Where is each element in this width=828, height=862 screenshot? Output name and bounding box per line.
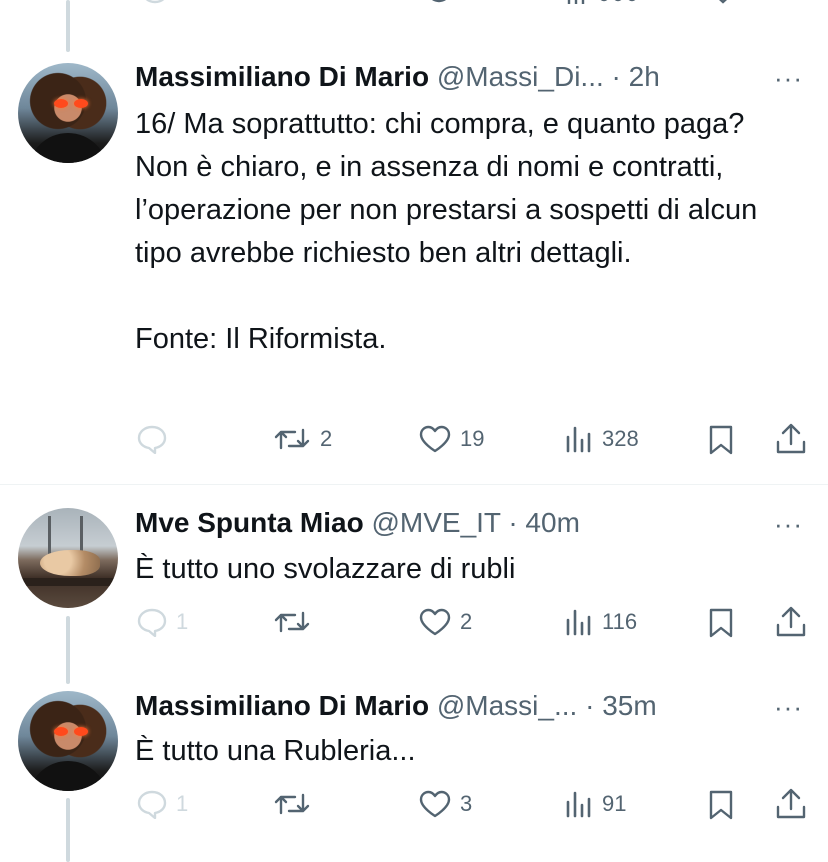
like-icon[interactable] — [424, 0, 454, 6]
bookmark-button[interactable] — [706, 789, 736, 821]
reply-icon[interactable] — [140, 0, 170, 6]
like-button[interactable]: 19 — [418, 424, 484, 454]
share-icon — [776, 606, 806, 637]
like-button[interactable]: 2 — [418, 607, 472, 637]
like-icon — [419, 790, 451, 818]
thread-connector — [66, 616, 70, 684]
bookmark-icon — [709, 790, 733, 820]
retweet-button[interactable] — [272, 607, 320, 637]
tweet-time[interactable]: · 35m — [585, 690, 657, 721]
tweet-divider — [0, 484, 828, 485]
previous-tweet-actions — [140, 0, 820, 8]
views-count: 116 — [602, 609, 638, 634]
retweet-icon — [274, 611, 310, 633]
reply-button[interactable]: 1 — [136, 607, 188, 637]
reply-count: 1 — [176, 791, 189, 816]
views-count: 91 — [602, 791, 627, 816]
views-icon[interactable] — [566, 0, 646, 6]
retweet-count: 2 — [320, 426, 333, 451]
author-name[interactable]: Massimiliano Di Mario — [135, 61, 429, 92]
like-count: 3 — [460, 791, 473, 816]
bookmark-button[interactable] — [706, 424, 736, 456]
bookmark-icon — [709, 608, 733, 638]
retweet-icon[interactable] — [280, 0, 316, 6]
views-icon — [566, 426, 591, 453]
avatar[interactable] — [18, 63, 118, 163]
author-handle[interactable]: @Massi_Di... — [437, 61, 604, 92]
reply-icon — [137, 790, 167, 819]
more-icon[interactable]: ··· — [774, 511, 803, 537]
tweet-header: Mve Spunta Miao @MVE_IT · 40m — [135, 506, 580, 540]
author-name[interactable]: Massimiliano Di Mario — [135, 690, 429, 721]
views-button[interactable]: 116 — [564, 607, 637, 637]
share-icon[interactable] — [780, 0, 810, 6]
views-icon — [566, 609, 591, 636]
share-icon — [776, 788, 806, 819]
retweet-icon — [274, 428, 310, 450]
reply-button[interactable] — [136, 424, 176, 454]
like-count: 19 — [460, 426, 485, 451]
tweet-text: È tutto uno svolazzare di rubli — [135, 553, 516, 585]
reply-count: 1 — [176, 609, 189, 634]
like-count: 2 — [460, 609, 473, 634]
tweet-header: Massimiliano Di Mario @Massi_Di... · 2h — [135, 60, 660, 94]
retweet-icon — [274, 793, 310, 815]
views-icon — [566, 791, 591, 818]
share-icon — [776, 423, 806, 454]
reply-icon — [137, 608, 167, 637]
avatar[interactable] — [18, 508, 118, 608]
author-handle[interactable]: @MVE_IT — [371, 507, 500, 538]
share-button[interactable] — [774, 605, 808, 639]
bookmark-icon — [709, 425, 733, 455]
author-name[interactable]: Mve Spunta Miao — [135, 507, 364, 538]
author-handle[interactable]: @Massi_... — [437, 690, 577, 721]
thread-connector — [66, 798, 70, 862]
like-icon — [419, 425, 451, 453]
views-button[interactable]: 91 — [564, 789, 626, 819]
bookmark-button[interactable] — [706, 607, 736, 639]
more-icon[interactable]: ··· — [774, 694, 803, 720]
retweet-button[interactable] — [272, 789, 320, 819]
reply-icon — [137, 425, 167, 454]
share-button[interactable] — [774, 787, 808, 821]
tweet-text: È tutto una Rubleria... — [135, 735, 416, 767]
avatar[interactable] — [18, 691, 118, 791]
like-icon — [419, 608, 451, 636]
bookmark-icon[interactable] — [708, 0, 738, 6]
like-button[interactable]: 3 — [418, 789, 472, 819]
tweet-text: 16/ Ma soprattutto: chi compra, e quanto… — [135, 108, 758, 355]
retweet-button[interactable]: 2 — [272, 424, 332, 454]
tweet-header: Massimiliano Di Mario @Massi_... · 35m — [135, 689, 657, 723]
tweet-time[interactable]: · 40m — [508, 507, 580, 538]
share-button[interactable] — [774, 422, 808, 456]
reply-button[interactable]: 1 — [136, 789, 188, 819]
more-icon[interactable]: ··· — [774, 65, 803, 91]
tweet-time[interactable]: · 2h — [612, 61, 660, 92]
thread-connector — [66, 0, 70, 52]
views-count: 328 — [602, 426, 639, 451]
views-button[interactable]: 328 — [564, 424, 639, 454]
